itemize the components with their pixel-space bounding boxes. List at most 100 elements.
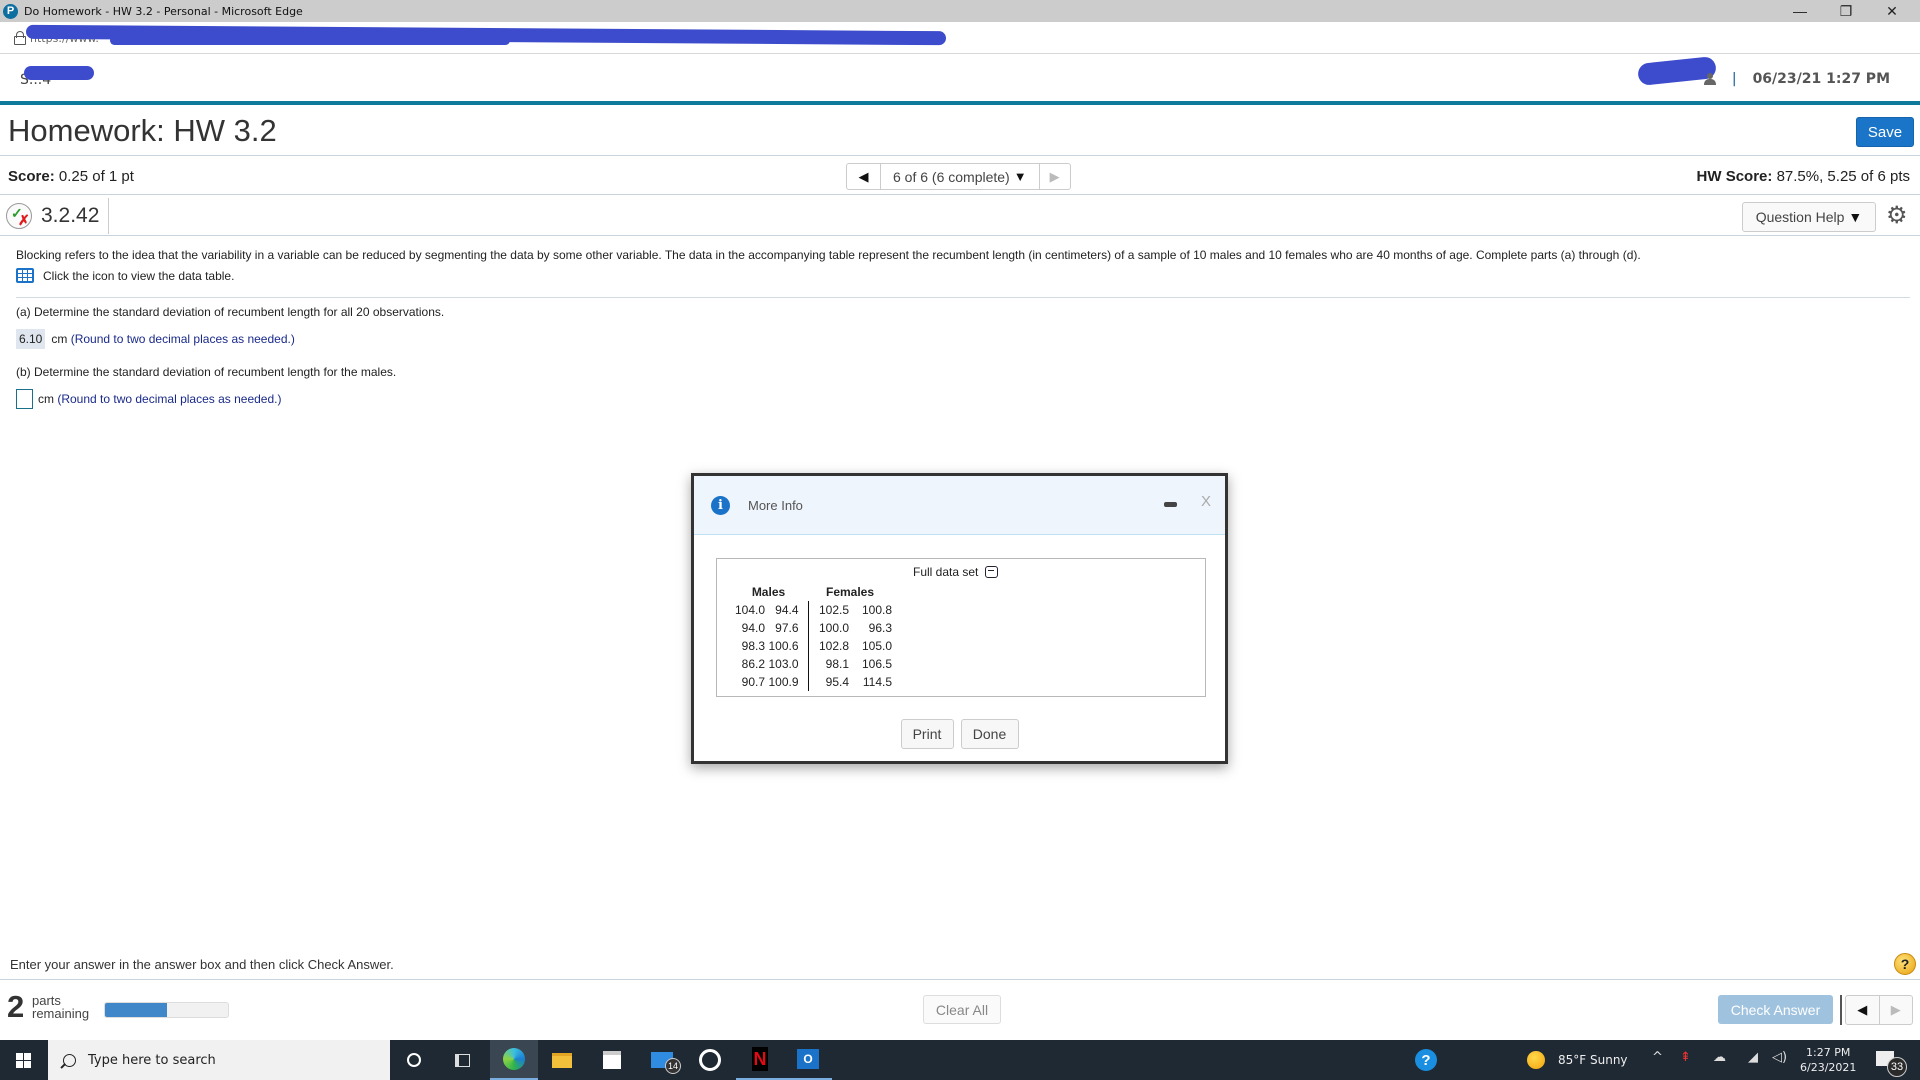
- tray-app-icon[interactable]: ⇞: [1680, 1050, 1691, 1065]
- part-a-prompt: (a) Determine the standard deviation of …: [16, 305, 445, 319]
- search-placeholder: Type here to search: [88, 1052, 216, 1068]
- next-question-button[interactable]: ▶: [1038, 164, 1070, 189]
- restore-window-button[interactable]: ❐: [1823, 0, 1869, 22]
- check-answer-button[interactable]: Check Answer: [1718, 995, 1833, 1024]
- female-value-cell: 102.5: [818, 603, 849, 617]
- male-value-cell: 98.3: [741, 639, 765, 653]
- redaction-mark: [110, 36, 510, 45]
- full-data-set-label: Full data set: [913, 565, 979, 579]
- parts-progress-bar: [104, 1002, 229, 1018]
- sun-icon[interactable]: [1527, 1051, 1545, 1069]
- taskbar-outlook[interactable]: O: [784, 1040, 832, 1080]
- data-table-box: Full data set Males Females 104.0 94.4 102…: [716, 558, 1206, 697]
- dialog-title: More Info: [748, 498, 803, 513]
- gear-icon[interactable]: ⚙: [1886, 204, 1908, 228]
- part-b-answer-input[interactable]: [16, 389, 33, 409]
- question-navigator: ◀ 6 of 6 (6 complete) ▼ ▶: [846, 163, 1071, 190]
- previous-question-button[interactable]: ◀: [847, 164, 881, 189]
- taskbar-app[interactable]: [686, 1040, 734, 1080]
- female-value-cell: 100.8: [861, 603, 892, 617]
- male-value-cell: 100.6: [765, 637, 809, 655]
- males-column-header: Males: [751, 584, 786, 599]
- female-value-cell: 95.4: [825, 675, 849, 689]
- minimize-dialog-button[interactable]: [1164, 502, 1177, 507]
- previous-question-button[interactable]: ◀: [1846, 996, 1880, 1024]
- question-help-label: Question Help: [1755, 209, 1845, 225]
- hw-score: HW Score: 87.5%, 5.25 of 6 pts: [1697, 168, 1910, 185]
- clear-all-button[interactable]: Clear All: [923, 995, 1001, 1024]
- close-dialog-button[interactable]: X: [1201, 493, 1211, 510]
- task-view-button[interactable]: [438, 1040, 486, 1080]
- taskbar-clock[interactable]: 1:27 PM 6/23/2021: [1800, 1045, 1856, 1075]
- female-value-cell: 102.8: [818, 639, 849, 653]
- problem-statement: Blocking refers to the idea that the var…: [16, 248, 1641, 262]
- next-question-button[interactable]: ▶: [1880, 996, 1913, 1024]
- females-column-header: Females: [825, 584, 875, 599]
- chevron-down-icon: ▼: [1848, 209, 1863, 225]
- show-hidden-icons-chevron[interactable]: ^: [1652, 1050, 1663, 1065]
- cortana-button[interactable]: [390, 1040, 438, 1080]
- dialog-header[interactable]: i More Info X: [694, 476, 1225, 535]
- male-value-cell: 104.0: [734, 603, 765, 617]
- header-datetime: 06/23/21 1:27 PM: [1752, 71, 1890, 87]
- header-separator: |: [1731, 71, 1737, 87]
- score-label: Score:: [8, 168, 55, 185]
- female-value-cell: 98.1: [825, 657, 849, 671]
- close-window-button[interactable]: ✕: [1869, 0, 1915, 22]
- user-icon[interactable]: [1703, 73, 1716, 85]
- female-value-cell: 114.5: [862, 675, 892, 689]
- minimize-window-button[interactable]: —: [1777, 0, 1823, 22]
- question-number: 3.2.42: [41, 204, 100, 227]
- save-button[interactable]: Save: [1856, 117, 1914, 147]
- expand-window-icon[interactable]: [985, 566, 999, 578]
- tray-help-icon[interactable]: ?: [1415, 1049, 1437, 1071]
- divider: [16, 297, 1910, 298]
- female-value-cell: 106.5: [861, 657, 892, 671]
- hw-score-value: 87.5%, 5.25 of 6 pts: [1776, 168, 1910, 185]
- done-button[interactable]: Done: [960, 719, 1019, 749]
- question-selector-label: 6 of 6 (6 complete): [893, 168, 1010, 185]
- netflix-icon: N: [752, 1047, 768, 1071]
- data-table-icon[interactable]: [16, 268, 34, 283]
- clock-time: 1:27 PM: [1806, 1046, 1851, 1059]
- female-value-cell: 96.3: [868, 621, 892, 635]
- full-data-set-link[interactable]: Full data set: [913, 565, 999, 579]
- score-value: 0.25 of 1 pt: [58, 168, 134, 185]
- help-icon[interactable]: ?: [1894, 953, 1916, 975]
- address-bar[interactable]: https://www.: [0, 22, 1920, 54]
- taskbar-store[interactable]: [588, 1040, 636, 1080]
- part-a-unit: cm: [51, 332, 68, 346]
- taskbar-edge[interactable]: [490, 1040, 538, 1080]
- parts-remaining-label: parts remaining: [32, 993, 90, 1021]
- part-a-answer-row: 6.10 cm (Round to two decimal places as …: [16, 329, 295, 349]
- male-value-cell: 103.0: [765, 655, 809, 673]
- lock-icon[interactable]: [14, 31, 26, 45]
- part-a-answer-field[interactable]: 6.10: [16, 329, 46, 349]
- divider: [0, 979, 1920, 980]
- part-b-answer-row: cm (Round to two decimal places as neede…: [16, 389, 281, 409]
- windows-start-icon[interactable]: [16, 1053, 31, 1068]
- male-value-cell: 90.7: [741, 675, 765, 689]
- taskbar-file-explorer[interactable]: [538, 1040, 586, 1080]
- redaction-mark: [24, 66, 94, 80]
- site-header: S...4 | 06/23/21 1:27 PM: [0, 54, 1920, 105]
- wifi-icon[interactable]: ◢: [1748, 1050, 1758, 1065]
- data-table-link[interactable]: Click the icon to view the data table.: [16, 268, 234, 283]
- volume-icon[interactable]: ◁): [1772, 1050, 1787, 1065]
- question-help-button[interactable]: Question Help ▼: [1742, 202, 1876, 232]
- instruction-text: Enter your answer in the answer box and …: [10, 957, 394, 972]
- male-value-cell: 94.4: [765, 601, 809, 619]
- question-score: Score: 0.25 of 1 pt: [8, 168, 134, 185]
- store-icon: [603, 1051, 621, 1069]
- question-header-row: ✓ ✗ 3.2.42 Question Help ▼ ⚙: [0, 196, 1920, 236]
- page-title: Homework: HW 3.2: [8, 113, 277, 148]
- taskbar-mail[interactable]: 14: [638, 1040, 686, 1080]
- onedrive-icon[interactable]: ☁: [1713, 1050, 1726, 1065]
- female-value-cell: 100.0: [818, 621, 849, 635]
- female-value-cell: 105.0: [861, 639, 892, 653]
- question-selector-dropdown[interactable]: 6 of 6 (6 complete) ▼: [881, 164, 1039, 189]
- taskbar-search-box[interactable]: Type here to search: [48, 1040, 390, 1080]
- weather-text[interactable]: 85°F Sunny: [1558, 1053, 1628, 1067]
- taskbar-netflix[interactable]: N: [736, 1040, 784, 1080]
- print-button[interactable]: Print: [900, 719, 954, 749]
